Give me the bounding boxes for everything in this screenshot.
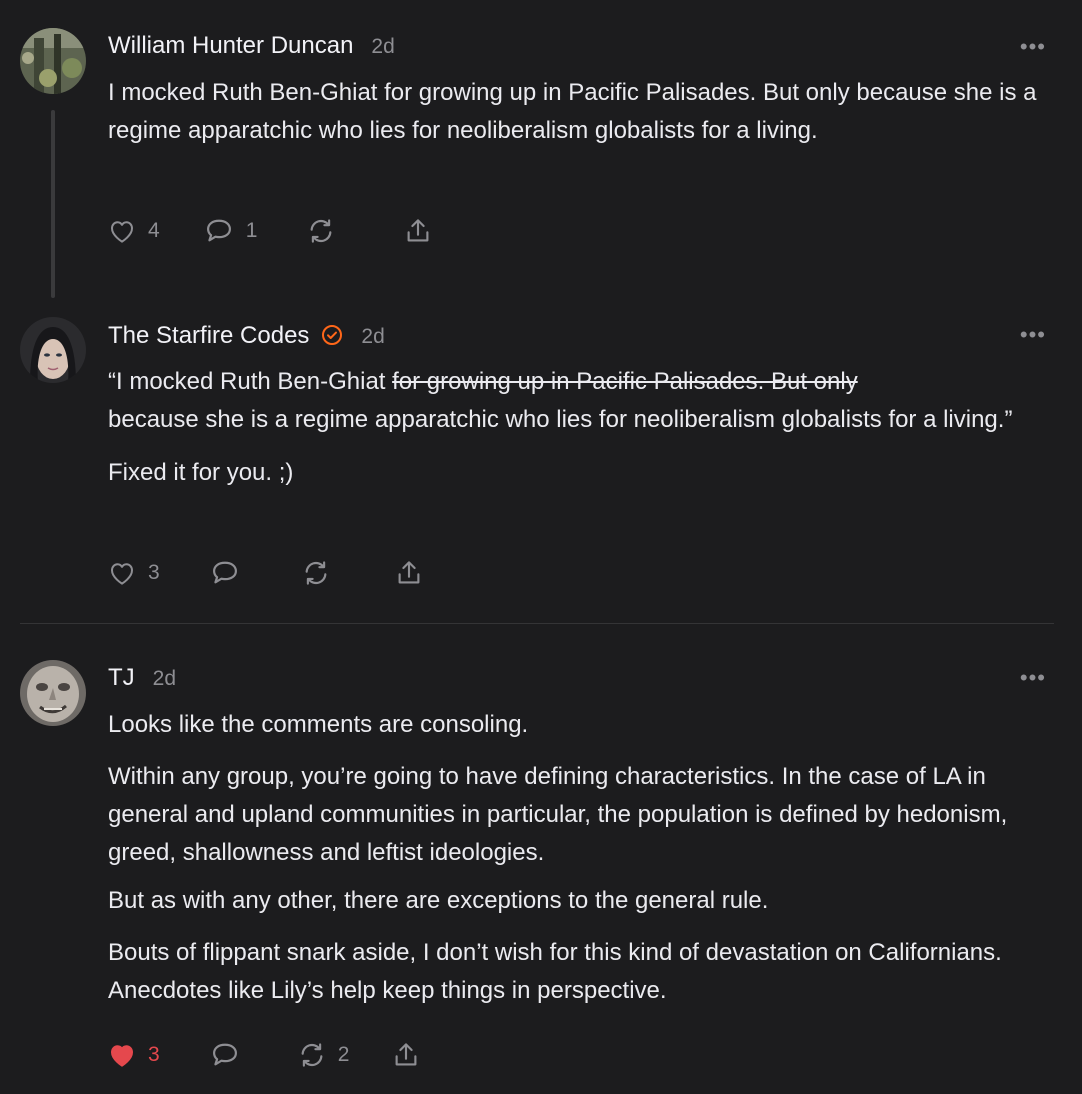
more-options-icon[interactable]: •••: [1020, 665, 1046, 691]
comment: TJ 2d ••• Looks like the comments are co…: [0, 640, 1082, 1094]
heart-icon: [111, 221, 133, 243]
timestamp[interactable]: 2d: [371, 35, 394, 59]
share-button[interactable]: [394, 558, 424, 588]
reply-button[interactable]: [208, 1040, 252, 1070]
author-name[interactable]: The Starfire Codes: [108, 322, 309, 350]
comment-paragraph: Fixed it for you. ;): [108, 459, 294, 486]
restack-button[interactable]: [305, 216, 347, 246]
like-button[interactable]: 4: [106, 216, 160, 246]
comment-body: “I mocked Ruth Ben-Ghiat for growing up …: [108, 363, 1058, 492]
comment-actions: 3 2: [106, 1040, 421, 1070]
share-button[interactable]: [403, 216, 433, 246]
share-icon: [398, 561, 420, 584]
like-count: 4: [148, 219, 160, 242]
reply-button[interactable]: [208, 558, 252, 588]
divider: [20, 623, 1054, 624]
share-button[interactable]: [391, 1040, 421, 1070]
more-options-icon[interactable]: •••: [1020, 34, 1046, 60]
comment-body: I mocked Ruth Ben-Ghiat for growing up i…: [108, 74, 1058, 150]
comment-actions: 3: [106, 558, 424, 588]
timestamp[interactable]: 2d: [361, 325, 384, 349]
quote-prefix: “I mocked Ruth Ben-Ghiat: [108, 368, 393, 395]
comment-paragraph: But as with any other, there are excepti…: [108, 887, 769, 914]
reply-button[interactable]: 1: [202, 216, 258, 246]
heart-icon: [111, 563, 133, 585]
comment: William Hunter Duncan 2d ••• I mocked Ru…: [0, 0, 1082, 300]
reply-icon: [212, 1043, 237, 1066]
restack-icon: [310, 219, 332, 243]
avatar[interactable]: [20, 660, 86, 726]
comment-feed: William Hunter Duncan 2d ••• I mocked Ru…: [0, 0, 1082, 1094]
verified-badge-icon: [321, 324, 343, 346]
like-button[interactable]: 3: [106, 1040, 160, 1070]
share-icon: [407, 219, 429, 242]
heart-filled-icon: [111, 1045, 133, 1067]
reply-icon: [212, 561, 237, 584]
comment-paragraph: Bouts of flippant snark aside, I don’t w…: [108, 939, 1002, 1004]
restack-icon: [301, 1043, 323, 1067]
quote-rest: because she is a regime apparatchic who …: [108, 406, 1013, 433]
restack-button[interactable]: 2: [296, 1040, 350, 1070]
restack-icon: [305, 561, 327, 585]
struck-text: for growing up in Pacific Palisades. But…: [392, 368, 858, 395]
like-count: 3: [148, 561, 160, 584]
quoted-text: “I mocked Ruth Ben-Ghiat for growing up …: [108, 363, 1058, 439]
more-options-icon[interactable]: •••: [1020, 322, 1046, 348]
share-icon: [395, 1043, 417, 1066]
author-name[interactable]: TJ: [108, 664, 135, 692]
thread-line: [51, 110, 55, 298]
comment-paragraph: Within any group, you’re going to have d…: [108, 763, 1008, 866]
like-count: 3: [148, 1043, 160, 1066]
comment-header: The Starfire Codes 2d: [108, 321, 385, 350]
avatar[interactable]: [20, 317, 86, 383]
restack-count: 2: [337, 1043, 350, 1066]
comment-body: Looks like the comments are consoling. W…: [108, 706, 1058, 1010]
like-button[interactable]: 3: [106, 558, 160, 588]
comment-actions: 4 1: [106, 216, 433, 246]
comment-header: William Hunter Duncan 2d: [108, 32, 395, 60]
comment-paragraph: I mocked Ruth Ben-Ghiat for growing up i…: [108, 79, 1037, 144]
reply-icon: [206, 219, 231, 242]
restack-button[interactable]: [300, 558, 342, 588]
timestamp[interactable]: 2d: [153, 667, 176, 691]
author-name[interactable]: William Hunter Duncan: [108, 32, 353, 60]
reply-count: 1: [245, 219, 258, 242]
comment: The Starfire Codes 2d ••• “I mocked Ruth…: [0, 300, 1082, 622]
avatar[interactable]: [20, 28, 86, 94]
comment-paragraph: Looks like the comments are consoling.: [108, 711, 529, 738]
comment-header: TJ 2d: [108, 664, 176, 692]
